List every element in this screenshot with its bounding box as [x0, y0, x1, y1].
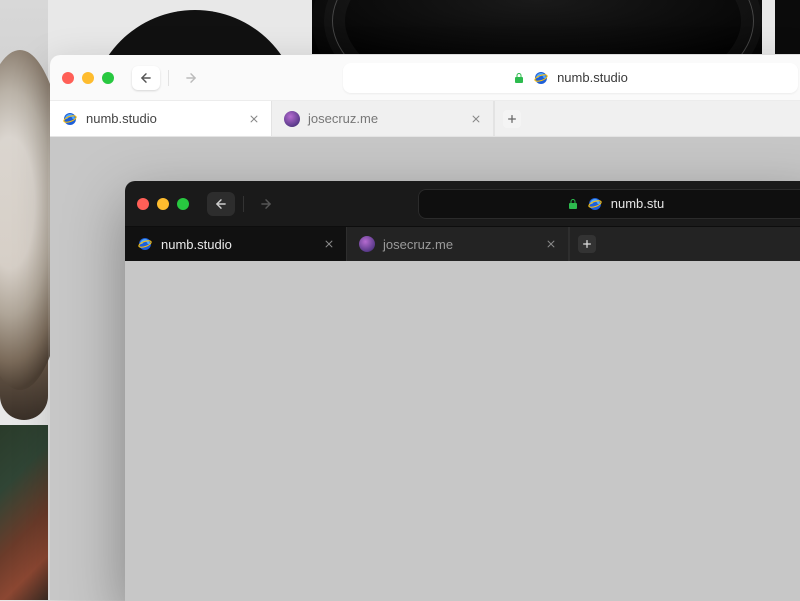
toolbar: numb.studio — [50, 55, 800, 101]
page-content-area — [125, 261, 800, 601]
arrow-right-icon — [184, 71, 198, 85]
arrow-right-icon — [259, 197, 273, 211]
back-button[interactable] — [132, 66, 160, 90]
close-icon — [249, 114, 259, 124]
tab-title: josecruz.me — [383, 237, 453, 252]
close-icon — [471, 114, 481, 124]
address-bar[interactable]: numb.stu — [418, 189, 800, 219]
tab-numb-studio[interactable]: numb.studio — [50, 101, 272, 136]
ie-icon — [587, 196, 603, 212]
ie-icon — [533, 70, 549, 86]
toolbar: numb.stu — [125, 181, 800, 227]
close-icon — [546, 239, 556, 249]
maximize-window-button[interactable] — [102, 72, 114, 84]
minimize-window-button[interactable] — [82, 72, 94, 84]
lock-icon — [567, 198, 579, 210]
address-bar[interactable]: numb.studio — [343, 63, 798, 93]
new-tab-button[interactable] — [569, 227, 603, 261]
tab-title: josecruz.me — [308, 111, 378, 126]
tab-josecruz[interactable]: josecruz.me — [272, 101, 494, 136]
ie-icon — [62, 111, 78, 127]
tab-close-button[interactable] — [546, 239, 556, 249]
close-icon — [324, 239, 334, 249]
tab-numb-studio[interactable]: numb.studio — [125, 227, 347, 261]
tab-close-button[interactable] — [249, 114, 259, 124]
tab-title: numb.studio — [161, 237, 232, 252]
window-controls — [62, 72, 114, 84]
background-art-topright — [775, 0, 800, 54]
lock-icon — [513, 72, 525, 84]
toolbar-divider — [168, 70, 169, 86]
tab-bar: numb.studio josecruz.me — [125, 227, 800, 261]
plus-icon — [507, 114, 517, 124]
tab-close-button[interactable] — [471, 114, 481, 124]
tab-title: numb.studio — [86, 111, 157, 126]
address-url: numb.studio — [557, 70, 628, 85]
close-window-button[interactable] — [62, 72, 74, 84]
forward-button[interactable] — [177, 66, 205, 90]
art-icon — [284, 111, 300, 127]
tab-close-button[interactable] — [324, 239, 334, 249]
art-icon — [359, 236, 375, 252]
new-tab-button[interactable] — [494, 101, 528, 136]
plus-icon — [582, 239, 592, 249]
ie-icon — [137, 236, 153, 252]
maximize-window-button[interactable] — [177, 198, 189, 210]
browser-window-dark: numb.stu numb.studio josecruz.me — [125, 181, 800, 601]
background-art-top — [312, 0, 762, 54]
window-controls — [137, 198, 189, 210]
forward-button[interactable] — [252, 192, 280, 216]
back-button[interactable] — [207, 192, 235, 216]
address-url: numb.stu — [611, 196, 664, 211]
tab-bar: numb.studio josecruz.me — [50, 101, 800, 137]
toolbar-divider — [243, 196, 244, 212]
arrow-left-icon — [214, 197, 228, 211]
background-art-bottomleft — [0, 425, 48, 600]
close-window-button[interactable] — [137, 198, 149, 210]
minimize-window-button[interactable] — [157, 198, 169, 210]
arrow-left-icon — [139, 71, 153, 85]
tab-josecruz[interactable]: josecruz.me — [347, 227, 569, 261]
